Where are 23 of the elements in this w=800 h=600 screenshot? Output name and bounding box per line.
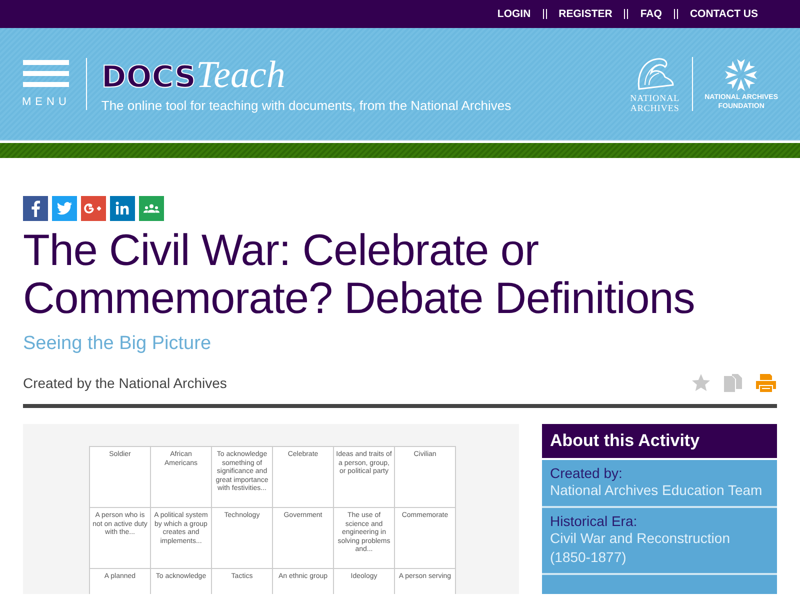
top-link[interactable]: LOGIN — [497, 8, 531, 20]
star-icon[interactable] — [691, 373, 711, 393]
twitter-share-button[interactable] — [52, 196, 77, 221]
field-label: Historical Era: — [550, 513, 638, 529]
tagline: The online tool for teaching with documents, from the National Archives — [101, 98, 512, 112]
field-label: Created by: — [550, 465, 624, 481]
classroom-share-button[interactable] — [139, 196, 164, 221]
top-link[interactable]: CONTACT US — [690, 8, 758, 20]
menu-icon — [23, 60, 70, 88]
google-share-button[interactable] — [81, 196, 106, 221]
copy-icon[interactable] — [723, 373, 743, 393]
about-heading: About this Activity — [542, 424, 777, 460]
facebook-share-button[interactable] — [23, 196, 48, 221]
field-value: Civil War and Reconstruction (1850-1877) — [550, 529, 731, 567]
linkedin-share-button[interactable] — [110, 196, 135, 221]
creator-text: Created by the National Archives — [23, 375, 227, 391]
print-icon[interactable] — [755, 373, 777, 393]
top-link[interactable]: FAQ — [640, 8, 662, 20]
classroom-icon — [143, 204, 160, 213]
top-link[interactable]: REGISTER — [558, 8, 612, 20]
field-value: National Archives Education Team — [550, 481, 764, 500]
page-title: The Civil War: Celebrate or Commemorate? Debate Definitions — [23, 227, 696, 323]
docsteach-logo[interactable]: DOCSTeach — [101, 56, 512, 94]
